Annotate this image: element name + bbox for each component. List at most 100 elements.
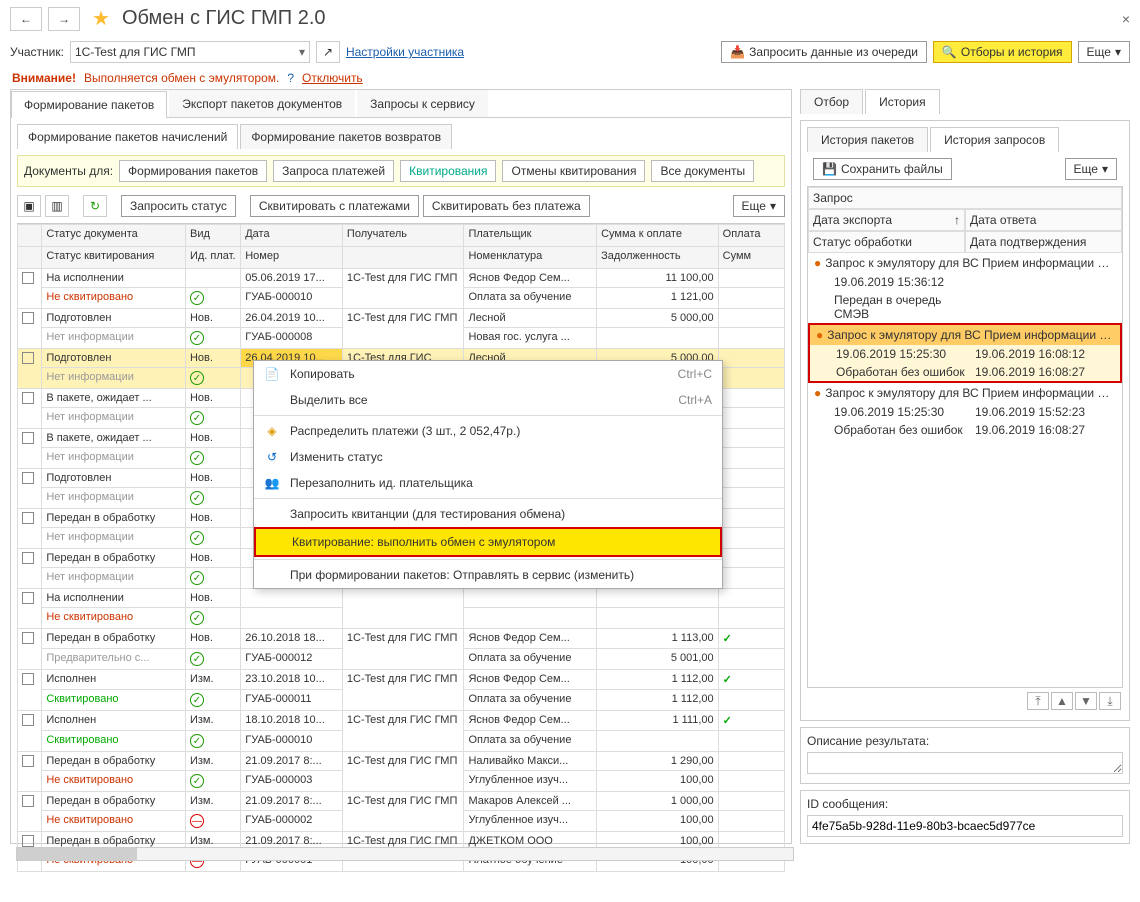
tab-form-packets[interactable]: Формирование пакетов xyxy=(11,91,167,118)
filter-form-packets[interactable]: Формирования пакетов xyxy=(119,160,267,182)
nav-back-button[interactable]: ← xyxy=(10,7,42,31)
kvit-with-payments-button[interactable]: Сквитировать с платежами xyxy=(250,195,419,217)
refresh-button[interactable]: ↻ xyxy=(83,195,107,217)
row-checkbox[interactable] xyxy=(22,632,34,644)
hist-last-button[interactable]: ⤓ xyxy=(1099,692,1121,710)
ctx-distribute-payments[interactable]: ◈Распределить платежи (3 шт., 2 052,47р.… xyxy=(254,418,722,444)
ctx-request-receipts[interactable]: Запросить квитанции (для тестирования об… xyxy=(254,501,722,527)
table-row[interactable]: ИсполненИзм.23.10.2018 10...1С-Test для … xyxy=(18,670,785,690)
col-idp[interactable]: Ид. плат. xyxy=(185,247,240,269)
hist-down-button[interactable]: ▼ xyxy=(1075,692,1097,710)
participant-select[interactable]: 1C-Test для ГИС ГМП ▾ xyxy=(70,41,310,63)
row-checkbox[interactable] xyxy=(22,392,34,404)
col-nomen[interactable]: Номенклатура xyxy=(464,247,597,269)
ctx-select-all[interactable]: Выделить всеCtrl+A xyxy=(254,387,722,413)
context-menu: 📄КопироватьCtrl+C Выделить всеCtrl+A ◈Ра… xyxy=(253,360,723,589)
grid-more-button[interactable]: Еще ▾ xyxy=(733,195,785,217)
open-participant-button[interactable]: ↗ xyxy=(316,41,340,63)
filter-cancel-kvit[interactable]: Отмены квитирования xyxy=(502,160,645,182)
scrollbar-thumb[interactable] xyxy=(17,848,137,860)
right-tab-filter[interactable]: Отбор xyxy=(800,89,863,114)
col-number[interactable]: Номер xyxy=(241,247,343,269)
col-debt[interactable]: Задолженность xyxy=(597,247,719,269)
row-checkbox[interactable] xyxy=(22,835,34,847)
row-checkbox[interactable] xyxy=(22,512,34,524)
table-row[interactable]: Передан в обработкуНов.26.10.2018 18...1… xyxy=(18,629,785,649)
message-id-field[interactable] xyxy=(807,815,1123,837)
filter-all-docs[interactable]: Все документы xyxy=(651,160,754,182)
grid-horizontal-scrollbar[interactable] xyxy=(16,847,794,861)
ctx-copy[interactable]: 📄КопироватьCtrl+C xyxy=(254,361,722,387)
col-summ[interactable]: Сумм xyxy=(718,247,784,269)
nav-forward-button[interactable]: → xyxy=(48,7,80,31)
hist-col-request[interactable]: Запрос xyxy=(808,187,1122,209)
subtab-refunds[interactable]: Формирование пакетов возвратов xyxy=(240,124,452,149)
table-row[interactable]: На исполненииНов. xyxy=(18,589,785,608)
row-checkbox[interactable] xyxy=(22,714,34,726)
row-checkbox[interactable] xyxy=(22,592,34,604)
tab-service-requests[interactable]: Запросы к сервису xyxy=(357,90,488,117)
col-checkbox[interactable] xyxy=(18,225,42,247)
hist-col-confirm-date[interactable]: Дата подтверждения xyxy=(965,231,1122,253)
help-icon[interactable]: ? xyxy=(287,71,294,85)
history-more-button[interactable]: Еще ▾ xyxy=(1065,158,1117,180)
ctx-change-status[interactable]: ↺Изменить статус xyxy=(254,444,722,470)
more-top-button[interactable]: Еще ▾ xyxy=(1078,41,1130,63)
filter-request-payments[interactable]: Запроса платежей xyxy=(273,160,394,182)
request-queue-data-button[interactable]: 📥 Запросить данные из очереди xyxy=(721,41,927,63)
chevron-down-icon: ▾ xyxy=(299,45,305,59)
favorite-star-icon[interactable]: ★ xyxy=(92,6,110,31)
table-row[interactable]: ПодготовленНов.26.04.2019 10...1С-Test д… xyxy=(18,309,785,328)
row-checkbox[interactable] xyxy=(22,352,34,364)
chevron-down-icon: ▾ xyxy=(1102,162,1108,176)
participant-settings-link[interactable]: Настройки участника xyxy=(346,45,464,59)
deselect-all-button[interactable]: ▥ xyxy=(45,195,69,217)
hist-first-button[interactable]: ⤒ xyxy=(1027,692,1049,710)
right-tab-history[interactable]: История xyxy=(865,89,940,114)
row-checkbox[interactable] xyxy=(22,472,34,484)
result-description-field[interactable] xyxy=(807,752,1123,774)
filters-history-button[interactable]: 🔍 Отборы и история xyxy=(933,41,1072,63)
history-packets-tab[interactable]: История пакетов xyxy=(807,127,928,152)
table-row[interactable]: ИсполненИзм.18.10.2018 10...1С-Test для … xyxy=(18,711,785,731)
select-all-button[interactable]: ▣ xyxy=(17,195,41,217)
col-payer[interactable]: Плательщик xyxy=(464,225,597,247)
hist-col-status[interactable]: Статус обработки xyxy=(808,231,965,253)
filter-kvitirovanie[interactable]: Квитирования xyxy=(400,160,496,182)
row-checkbox[interactable] xyxy=(22,312,34,324)
row-checkbox[interactable] xyxy=(22,795,34,807)
col-recipient[interactable]: Получатель xyxy=(342,225,464,247)
disable-emulator-link[interactable]: Отключить xyxy=(302,71,363,85)
history-entry[interactable]: ●Запрос к эмулятору для ВС Прием информа… xyxy=(808,383,1122,439)
tab-export-packets[interactable]: Экспорт пакетов документов xyxy=(169,90,355,117)
ctx-refill-payer-id[interactable]: 👥Перезаполнить ид. плательщика xyxy=(254,470,722,496)
row-checkbox[interactable] xyxy=(22,432,34,444)
subtab-charges[interactable]: Формирование пакетов начислений xyxy=(17,124,238,149)
warning-title: Внимание! xyxy=(12,71,76,85)
row-checkbox[interactable] xyxy=(22,673,34,685)
col-vid[interactable]: Вид xyxy=(185,225,240,247)
ctx-on-form-packets[interactable]: При формировании пакетов: Отправлять в с… xyxy=(254,562,722,588)
kvit-without-payment-button[interactable]: Сквитировать без платежа xyxy=(423,195,590,217)
row-checkbox[interactable] xyxy=(22,552,34,564)
row-checkbox[interactable] xyxy=(22,755,34,767)
request-status-button[interactable]: Запросить статус xyxy=(121,195,236,217)
row-checkbox[interactable] xyxy=(22,272,34,284)
history-entry[interactable]: ●Запрос к эмулятору для ВС Прием информа… xyxy=(808,253,1122,323)
table-row[interactable]: Передан в обработкуИзм.21.09.2017 8:...1… xyxy=(18,752,785,771)
history-requests-tab[interactable]: История запросов xyxy=(930,127,1059,152)
table-row[interactable]: Передан в обработкуИзм.21.09.2017 8:...1… xyxy=(18,792,785,811)
close-icon[interactable]: × xyxy=(1122,11,1130,27)
hist-up-button[interactable]: ▲ xyxy=(1051,692,1073,710)
hist-col-export-date[interactable]: Дата экспорта ↑ xyxy=(808,209,965,231)
col-status[interactable]: Статус документа xyxy=(42,225,186,247)
col-sum[interactable]: Сумма к оплате xyxy=(597,225,719,247)
table-row[interactable]: На исполнении05.06.2019 17...1С-Test для… xyxy=(18,269,785,288)
save-files-button[interactable]: 💾 Сохранить файлы xyxy=(813,158,952,180)
ctx-kvit-emulator[interactable]: Квитирование: выполнить обмен с эмулятор… xyxy=(254,527,722,557)
col-date[interactable]: Дата xyxy=(241,225,343,247)
hist-col-answer-date[interactable]: Дата ответа xyxy=(965,209,1122,231)
col-kvit-status[interactable]: Статус квитирования xyxy=(42,247,186,269)
history-entry[interactable]: ●Запрос к эмулятору для ВС Прием информа… xyxy=(808,323,1122,383)
col-paid[interactable]: Оплата xyxy=(718,225,784,247)
